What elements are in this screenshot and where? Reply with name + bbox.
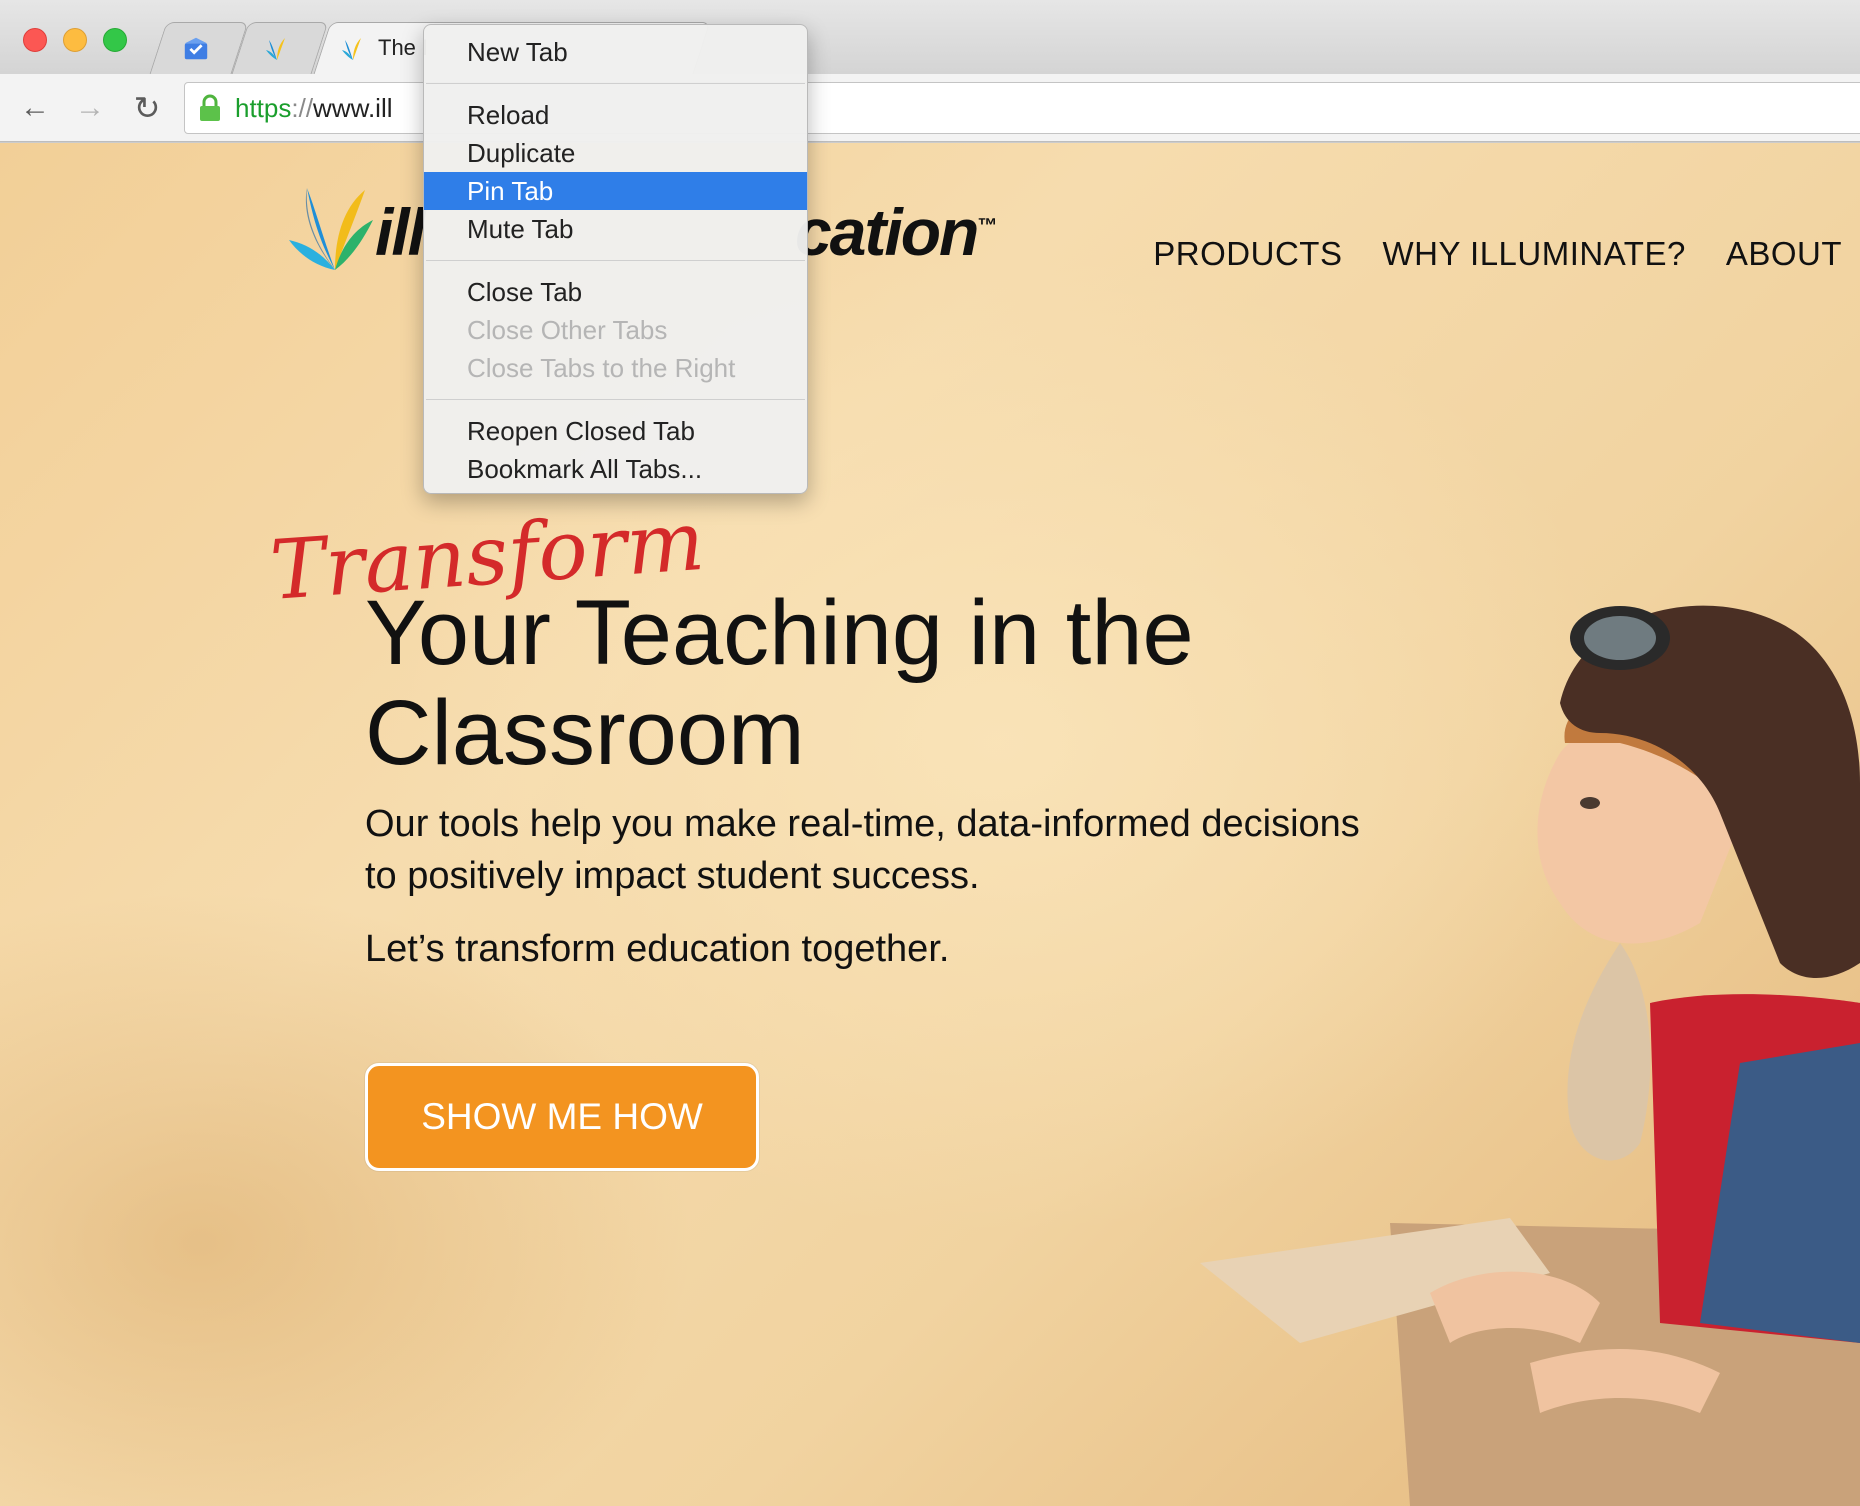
menu-separator (426, 399, 805, 400)
arrow-left-icon: ← (20, 91, 50, 124)
menu-item-close-tab[interactable]: Close Tab (424, 273, 807, 311)
menu-item-reload[interactable]: Reload (424, 96, 807, 134)
maximize-window-button[interactable] (103, 28, 127, 52)
nav-why-illuminate[interactable]: WHY ILLUMINATE? (1382, 235, 1685, 273)
site-logo[interactable]: ill cation™ (285, 178, 997, 278)
inbox-icon (182, 34, 210, 62)
menu-separator (426, 260, 805, 261)
illuminate-favicon-icon (264, 34, 292, 62)
illuminate-favicon-icon (340, 34, 368, 62)
show-me-how-button[interactable]: SHOW ME HOW (365, 1063, 759, 1171)
lock-icon (197, 93, 223, 123)
tab-strip: The I (0, 0, 1860, 74)
menu-item-reopen-closed-tab[interactable]: Reopen Closed Tab (424, 412, 807, 450)
tab-context-menu: New Tab Reload Duplicate Pin Tab Mute Ta… (423, 24, 808, 494)
tab-illuminate[interactable] (231, 22, 329, 74)
menu-item-close-other-tabs: Close Other Tabs (467, 315, 668, 345)
minimize-window-button[interactable] (63, 28, 87, 52)
logo-text-start: ill (375, 195, 426, 269)
back-button[interactable]: ← (15, 88, 55, 128)
close-window-button[interactable] (23, 28, 47, 52)
menu-item-close-tabs-right: Close Tabs to the Right (467, 353, 736, 383)
menu-separator (426, 83, 805, 84)
page-content: ill cation™ PRODUCTS WHY ILLUMINATE? ABO… (0, 143, 1860, 1506)
tab-title: The I (378, 35, 429, 60)
nav-about[interactable]: ABOUT (1726, 235, 1842, 273)
tab-inbox[interactable] (149, 22, 249, 74)
menu-item-pin-tab[interactable]: Pin Tab (424, 172, 807, 210)
logo-text-end: cation™ (795, 195, 997, 269)
arrow-right-icon: → (75, 91, 105, 124)
browser-toolbar: ← → ↻ https://www.ill (0, 74, 1860, 142)
menu-item-duplicate[interactable]: Duplicate (424, 134, 807, 172)
url-text: https://www.ill (235, 92, 393, 123)
child-pilot-photo (1200, 605, 1860, 1506)
main-nav: PRODUCTS WHY ILLUMINATE? ABOUT (1153, 235, 1842, 273)
menu-item-new-tab[interactable]: New Tab (424, 33, 807, 71)
reload-button[interactable]: ↻ (127, 88, 167, 128)
forward-button[interactable]: → (70, 88, 110, 128)
menu-item-bookmark-all-tabs[interactable]: Bookmark All Tabs... (424, 450, 807, 488)
illuminate-logo-icon (289, 188, 373, 270)
menu-item-mute-tab[interactable]: Mute Tab (424, 210, 807, 248)
nav-products[interactable]: PRODUCTS (1153, 235, 1342, 273)
reload-icon: ↻ (133, 90, 161, 126)
